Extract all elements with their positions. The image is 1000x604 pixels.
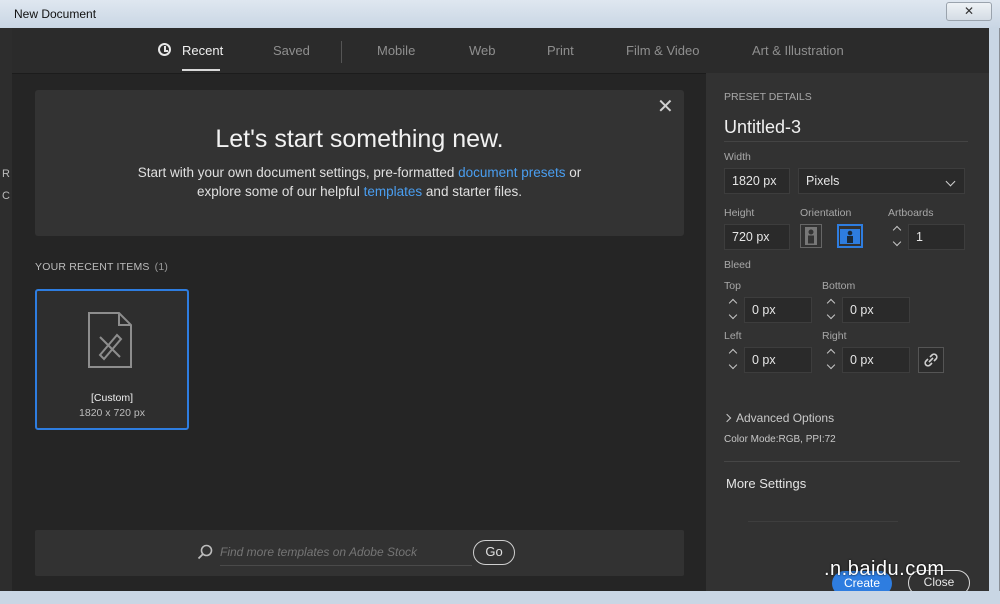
banner-text: or: [565, 165, 582, 180]
tab-saved[interactable]: Saved: [273, 43, 310, 58]
document-name-field[interactable]: Untitled-3: [724, 117, 801, 138]
document-presets-link[interactable]: document presets: [458, 165, 565, 180]
recent-items-heading: YOUR RECENT ITEMS (1): [35, 261, 168, 273]
stepper-up-icon[interactable]: [826, 298, 836, 308]
banner-text: and starter files.: [422, 184, 522, 199]
landscape-orientation-button[interactable]: [837, 224, 863, 248]
banner-line-1: Start with your own document settings, p…: [35, 165, 684, 180]
document-name-underline: [724, 141, 968, 142]
search-underline: [220, 565, 472, 566]
width-label: Width: [724, 151, 751, 163]
tab-print[interactable]: Print: [547, 43, 574, 58]
link-icon: [924, 353, 938, 367]
tab-recent[interactable]: Recent: [182, 43, 223, 58]
stepper-down-icon[interactable]: [826, 360, 836, 370]
search-icon: [197, 544, 213, 560]
stepper-up-icon[interactable]: [826, 348, 836, 358]
document-icon: [88, 312, 132, 368]
recent-heading-text: YOUR RECENT ITEMS: [35, 261, 150, 273]
banner-text: Start with your own document settings, p…: [137, 165, 459, 180]
banner-title: Let's start something new.: [215, 125, 504, 153]
chevron-right-icon: [722, 413, 732, 423]
chevron-down-icon: [945, 176, 956, 187]
stepper-down-icon[interactable]: [728, 310, 738, 320]
side-letter: R: [2, 168, 10, 180]
clock-icon: [158, 43, 171, 56]
bleed-left-label: Left: [724, 330, 742, 342]
tab-film-video[interactable]: Film & Video: [626, 43, 699, 58]
bleed-top-label: Top: [724, 280, 741, 292]
unit-value: Pixels: [806, 174, 840, 188]
bleed-right-label: Right: [822, 330, 847, 342]
tab-mobile[interactable]: Mobile: [377, 43, 415, 58]
preset-details-panel: PRESET DETAILS Untitled-3 Width 1820 px …: [706, 73, 989, 596]
bleed-top-stepper[interactable]: [724, 297, 744, 323]
bleed-top-input[interactable]: 0 px: [744, 297, 812, 323]
welcome-banner: ✕ Let's start something new. Start with …: [35, 90, 684, 236]
portrait-icon: [805, 227, 817, 245]
artboards-label: Artboards: [888, 207, 934, 219]
portrait-orientation-button[interactable]: [800, 224, 822, 248]
bleed-right-stepper[interactable]: [822, 347, 842, 373]
stepper-down-icon[interactable]: [892, 237, 902, 247]
banner-line-2: explore some of our helpful templates an…: [35, 184, 684, 199]
divider: [724, 461, 960, 462]
preset-details-heading: PRESET DETAILS: [724, 91, 812, 103]
recent-item-card[interactable]: [Custom] 1820 x 720 px: [35, 289, 189, 430]
bleed-bottom-stepper[interactable]: [822, 297, 842, 323]
go-button[interactable]: Go: [473, 540, 515, 565]
stock-search-input[interactable]: [220, 542, 470, 562]
window-bottom-border: [0, 591, 1000, 604]
bleed-label: Bleed: [724, 259, 751, 271]
banner-text: explore some of our helpful: [197, 184, 364, 199]
color-mode-summary: Color Mode:RGB, PPI:72: [724, 434, 836, 445]
stepper-up-icon[interactable]: [728, 348, 738, 358]
tab-divider: [341, 41, 342, 63]
bleed-left-stepper[interactable]: [724, 347, 744, 373]
tab-art-illustration[interactable]: Art & Illustration: [752, 43, 844, 58]
bleed-right-input[interactable]: 0 px: [842, 347, 910, 373]
stepper-up-icon[interactable]: [892, 225, 902, 235]
orientation-label: Orientation: [800, 207, 852, 219]
watermark: .n.baidu.com: [824, 558, 945, 580]
window-close-button[interactable]: ✕: [946, 2, 992, 21]
stepper-down-icon[interactable]: [728, 360, 738, 370]
artboards-stepper[interactable]: [888, 224, 908, 250]
tab-web[interactable]: Web: [469, 43, 496, 58]
divider: [748, 521, 898, 522]
height-input[interactable]: 720 px: [724, 224, 790, 250]
bleed-bottom-label: Bottom: [822, 280, 856, 292]
banner-close-icon[interactable]: ✕: [657, 97, 674, 117]
recent-item-name: [Custom]: [90, 392, 133, 404]
landscape-icon: [840, 229, 860, 244]
background-app-strip: R C: [0, 28, 12, 604]
more-settings-button[interactable]: More Settings: [726, 476, 806, 491]
stepper-down-icon[interactable]: [826, 310, 836, 320]
side-letter: C: [2, 190, 10, 202]
title-bar: New Document ✕: [0, 0, 1000, 28]
recent-item-size: 1820 x 720 px: [79, 407, 145, 419]
templates-link[interactable]: templates: [364, 184, 423, 199]
bleed-bottom-input[interactable]: 0 px: [842, 297, 910, 323]
link-bleed-button[interactable]: [918, 347, 944, 373]
category-tab-bar: Recent Saved Mobile Web Print Film & Vid…: [12, 28, 989, 74]
bleed-left-input[interactable]: 0 px: [744, 347, 812, 373]
recent-items-count: (1): [154, 261, 169, 273]
active-tab-indicator: [182, 69, 220, 71]
advanced-options-toggle[interactable]: Advanced Options: [722, 411, 835, 425]
advanced-options-label: Advanced Options: [736, 411, 835, 425]
stock-search-bar: Go: [35, 530, 684, 576]
width-input[interactable]: 1820 px: [724, 168, 790, 194]
stepper-up-icon[interactable]: [728, 298, 738, 308]
new-document-dialog: Recent Saved Mobile Web Print Film & Vid…: [12, 28, 989, 596]
height-label: Height: [724, 207, 755, 219]
unit-dropdown[interactable]: Pixels: [798, 168, 965, 194]
artboards-input[interactable]: 1: [908, 224, 965, 250]
window-title: New Document: [14, 7, 97, 21]
